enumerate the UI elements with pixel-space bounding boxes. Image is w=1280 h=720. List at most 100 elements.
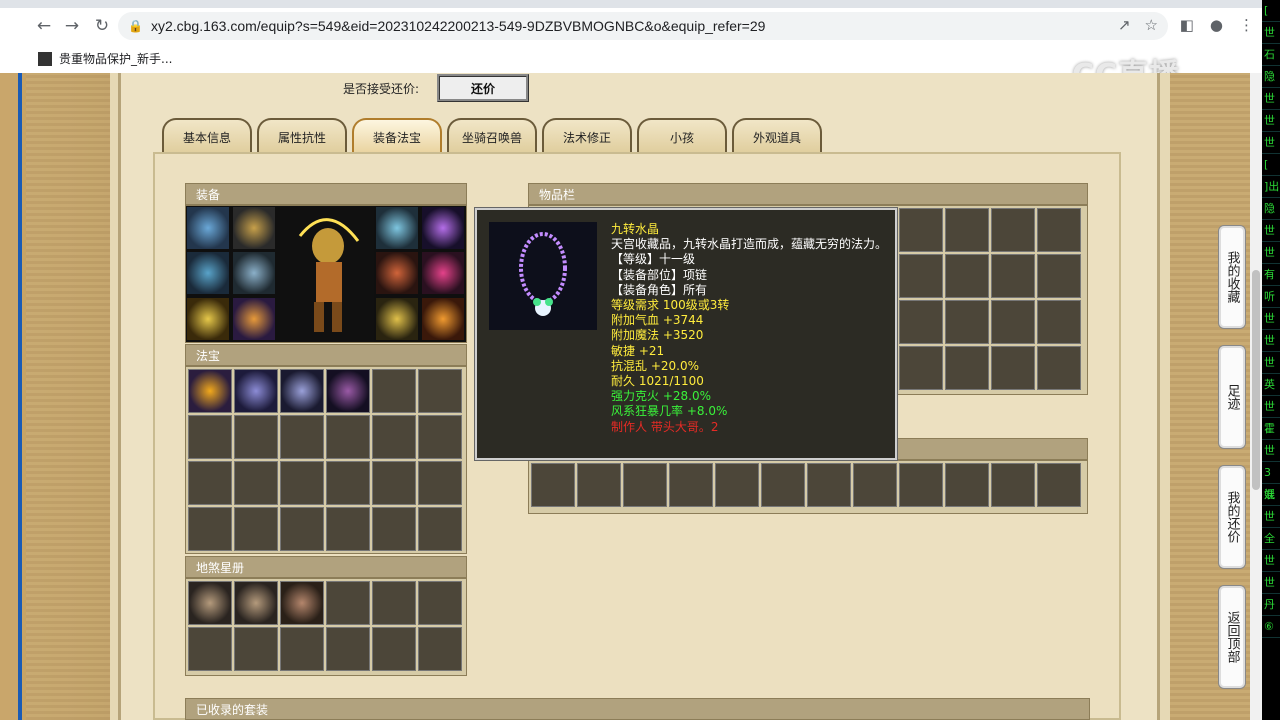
treasure-slot[interactable] — [418, 461, 462, 505]
treasure-slot[interactable] — [372, 415, 416, 459]
forward-icon[interactable]: → — [58, 12, 86, 40]
equipment-slot[interactable] — [187, 207, 229, 249]
tab-attributes[interactable]: 属性抗性 — [257, 118, 347, 154]
equipment-slot[interactable] — [376, 252, 418, 294]
equipment-slot[interactable] — [422, 252, 464, 294]
tab-appearance[interactable]: 外观道具 — [732, 118, 822, 154]
tab-equipment[interactable]: 装备法宝 — [352, 118, 442, 154]
star-book-slot[interactable] — [326, 627, 370, 671]
scrollbar-thumb[interactable] — [1252, 270, 1260, 490]
inventory-slot[interactable] — [1037, 208, 1081, 252]
treasure-slot[interactable] — [280, 369, 324, 413]
inventory-slot[interactable] — [991, 300, 1035, 344]
inventory-slot[interactable] — [899, 300, 943, 344]
equipment-slot[interactable] — [233, 207, 275, 249]
equipment-slot[interactable] — [233, 252, 275, 294]
treasure-slot[interactable] — [188, 507, 232, 551]
storage-slot[interactable] — [669, 463, 713, 507]
bookmark-item[interactable]: 贵重物品保护_新手... — [59, 50, 172, 67]
reload-icon[interactable]: ↻ — [88, 12, 116, 40]
treasure-slot[interactable] — [188, 461, 232, 505]
star-book-slot[interactable] — [234, 627, 278, 671]
inventory-slot[interactable] — [991, 346, 1035, 390]
storage-slot[interactable] — [715, 463, 759, 507]
storage-slot[interactable] — [761, 463, 805, 507]
storage-slot[interactable] — [899, 463, 943, 507]
counter-offer-button[interactable]: 还价 — [437, 74, 529, 102]
storage-slot[interactable] — [577, 463, 621, 507]
equipment-slot[interactable] — [233, 298, 275, 340]
side-panel-icon[interactable]: ◧ — [1180, 16, 1194, 34]
storage-slot[interactable] — [853, 463, 897, 507]
star-book-slot[interactable] — [372, 581, 416, 625]
inventory-slot[interactable] — [1037, 346, 1081, 390]
star-book-slot[interactable] — [234, 581, 278, 625]
treasure-slot[interactable] — [372, 507, 416, 551]
inventory-slot[interactable] — [991, 208, 1035, 252]
inventory-slot[interactable] — [899, 208, 943, 252]
star-book-slot[interactable] — [188, 581, 232, 625]
storage-slot[interactable] — [531, 463, 575, 507]
treasure-slot[interactable] — [188, 369, 232, 413]
treasure-slot[interactable] — [372, 461, 416, 505]
star-book-slot[interactable] — [280, 627, 324, 671]
inventory-slot[interactable] — [945, 208, 989, 252]
storage-slot[interactable] — [623, 463, 667, 507]
treasure-slot[interactable] — [280, 415, 324, 459]
inventory-slot[interactable] — [899, 254, 943, 298]
equipment-slot[interactable] — [376, 298, 418, 340]
inventory-slot[interactable] — [991, 254, 1035, 298]
treasure-slot[interactable] — [188, 415, 232, 459]
back-icon[interactable]: ← — [30, 12, 58, 40]
storage-slot[interactable] — [807, 463, 851, 507]
treasure-slot[interactable] — [234, 415, 278, 459]
inventory-slot[interactable] — [899, 346, 943, 390]
treasure-slot[interactable] — [372, 369, 416, 413]
star-book-slot[interactable] — [418, 627, 462, 671]
star-book-slot[interactable] — [188, 627, 232, 671]
share-icon[interactable]: ↗ — [1118, 16, 1131, 34]
equipment-slot[interactable] — [187, 252, 229, 294]
menu-icon[interactable]: ⋮ — [1239, 16, 1254, 34]
star-book-slot[interactable] — [372, 627, 416, 671]
tab-child[interactable]: 小孩 — [637, 118, 727, 154]
tab-spell-mods[interactable]: 法术修正 — [542, 118, 632, 154]
item-anti-chaos: 抗混乱 +20.0% — [611, 358, 699, 373]
inventory-slot[interactable] — [1037, 254, 1081, 298]
treasure-slot[interactable] — [326, 369, 370, 413]
profile-icon[interactable]: ● — [1210, 16, 1223, 34]
treasure-slot[interactable] — [234, 369, 278, 413]
star-book-slot[interactable] — [280, 581, 324, 625]
inventory-slot[interactable] — [945, 300, 989, 344]
star-book-slot[interactable] — [418, 581, 462, 625]
equipment-slot[interactable] — [376, 207, 418, 249]
star-book-slot[interactable] — [326, 581, 370, 625]
equipment-slot[interactable] — [422, 298, 464, 340]
treasure-slot[interactable] — [418, 369, 462, 413]
treasure-slot[interactable] — [326, 507, 370, 551]
treasure-slot[interactable] — [418, 507, 462, 551]
my-offers-button[interactable]: 我的还价 — [1218, 465, 1246, 569]
equipment-slot-selected[interactable] — [422, 207, 464, 249]
equipment-slot[interactable] — [187, 298, 229, 340]
inventory-slot[interactable] — [945, 254, 989, 298]
tab-basic-info[interactable]: 基本信息 — [162, 118, 252, 154]
address-bar[interactable]: 🔒 xy2.cbg.163.com/equip?s=549&eid=202310… — [118, 12, 1168, 40]
inventory-slot[interactable] — [945, 346, 989, 390]
history-button[interactable]: 足迹 — [1218, 345, 1246, 449]
treasure-slot[interactable] — [234, 461, 278, 505]
my-favorites-button[interactable]: 我的收藏 — [1218, 225, 1246, 329]
storage-slot[interactable] — [991, 463, 1035, 507]
treasure-slot[interactable] — [280, 507, 324, 551]
tab-mounts-pets[interactable]: 坐骑召唤兽 — [447, 118, 537, 154]
treasure-slot[interactable] — [418, 415, 462, 459]
back-to-top-button[interactable]: 返回顶部 — [1218, 585, 1246, 689]
inventory-slot[interactable] — [1037, 300, 1081, 344]
treasure-slot[interactable] — [326, 415, 370, 459]
star-icon[interactable]: ☆ — [1145, 16, 1158, 34]
storage-slot[interactable] — [945, 463, 989, 507]
storage-slot[interactable] — [1037, 463, 1081, 507]
treasure-slot[interactable] — [280, 461, 324, 505]
treasure-slot[interactable] — [234, 507, 278, 551]
treasure-slot[interactable] — [326, 461, 370, 505]
